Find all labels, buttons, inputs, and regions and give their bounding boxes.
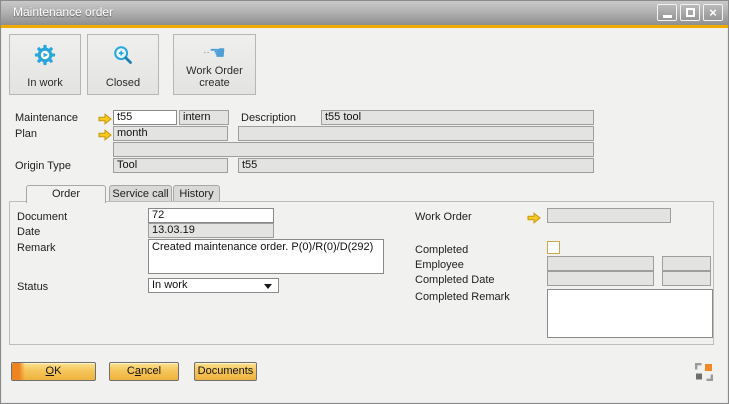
origin-type-label: Origin Type (15, 159, 71, 173)
documents-label: Documents (198, 365, 254, 377)
minimize-button[interactable] (657, 4, 677, 21)
completed-date-field (547, 271, 654, 286)
completed-remark-textarea[interactable] (547, 289, 713, 338)
ok-label: OK (46, 365, 62, 377)
ok-button[interactable]: OK (11, 362, 96, 381)
work-order-create-label: Work Order create (180, 65, 250, 89)
plan-link-arrow-icon[interactable] (98, 128, 112, 140)
window-controls: × (657, 4, 723, 21)
description-field: t55 tool (321, 110, 594, 125)
maintenance-label: Maintenance (15, 111, 78, 125)
plan-label: Plan (15, 127, 37, 141)
work-order-create-button[interactable]: ‥☚ Work Order create (173, 34, 256, 95)
close-icon: × (709, 5, 717, 20)
employee-label: Employee (415, 258, 464, 272)
maintenance-order-window: Maintenance order × In work (0, 0, 729, 404)
maximize-button[interactable] (680, 4, 700, 21)
document-label: Document (17, 210, 67, 224)
tab-service-call[interactable]: Service call (109, 185, 172, 202)
minimize-icon (663, 15, 672, 18)
gear-play-icon (10, 44, 80, 69)
maintenance-type-field: intern (179, 110, 229, 125)
status-label: Status (17, 280, 48, 294)
default-button-stripe (12, 363, 25, 380)
work-order-field (547, 208, 671, 223)
completed-date-extra-field (662, 271, 711, 286)
hand-pointer-icon: ‥☚ (174, 44, 255, 63)
completed-label: Completed (415, 243, 468, 257)
close-button[interactable]: × (703, 4, 723, 21)
chevron-down-icon (264, 284, 272, 289)
maximize-icon (686, 8, 695, 17)
completed-remark-label: Completed Remark (415, 290, 510, 304)
employee-extra-field (662, 256, 711, 271)
origin-name-field: t55 (238, 158, 594, 173)
title-bar[interactable]: Maintenance order × (1, 1, 728, 25)
tab-order[interactable]: Order (26, 185, 106, 203)
origin-type-field: Tool (113, 158, 228, 173)
documents-button[interactable]: Documents (194, 362, 257, 381)
maintenance-code-input[interactable]: t55 (113, 110, 177, 125)
zoom-in-icon (88, 44, 158, 69)
plan-right-field (238, 126, 594, 141)
resize-grip-icon[interactable] (695, 363, 713, 381)
date-field: 13.03.19 (148, 223, 274, 238)
maintenance-link-arrow-icon[interactable] (98, 112, 112, 124)
document-input[interactable]: 72 (148, 208, 274, 223)
remark-label: Remark (17, 241, 56, 255)
work-order-link-arrow-icon[interactable] (527, 211, 541, 223)
in-work-label: In work (27, 77, 62, 89)
remark-textarea[interactable]: Created maintenance order. P(0)/R(0)/D(2… (148, 239, 384, 274)
completed-checkbox[interactable] (547, 241, 560, 254)
closed-button[interactable]: Closed (87, 34, 159, 95)
status-value: In work (152, 279, 187, 291)
employee-field (547, 256, 654, 271)
cancel-label: Cancel (127, 365, 161, 377)
plan-field: month (113, 126, 228, 141)
tab-history[interactable]: History (173, 185, 220, 202)
date-label: Date (17, 225, 40, 239)
work-order-label: Work Order (415, 210, 472, 224)
status-dropdown[interactable]: In work (148, 278, 279, 293)
completed-date-label: Completed Date (415, 273, 495, 287)
accent-stripe (1, 25, 728, 28)
header-extra-field (113, 142, 594, 157)
window-title: Maintenance order (13, 5, 113, 19)
in-work-button[interactable]: In work (9, 34, 81, 95)
cancel-button[interactable]: Cancel (109, 362, 179, 381)
description-label: Description (241, 111, 296, 125)
closed-label: Closed (106, 77, 140, 89)
